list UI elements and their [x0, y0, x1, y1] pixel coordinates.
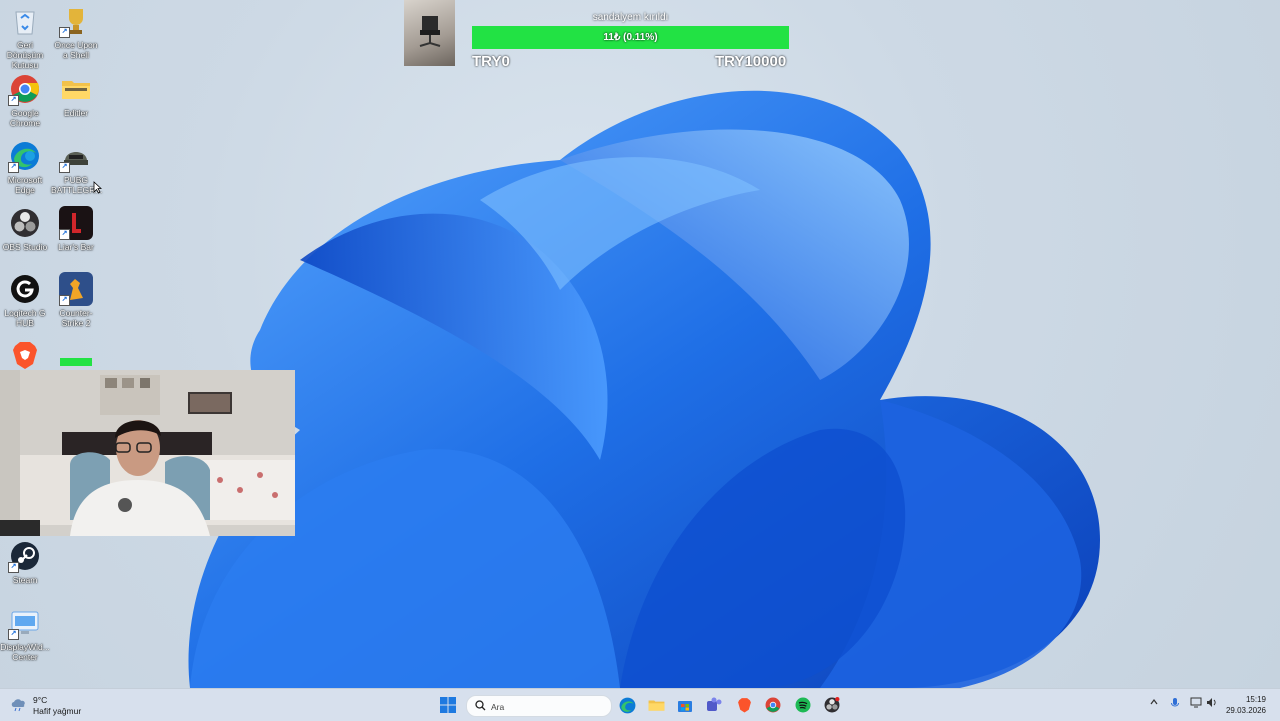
- start-button[interactable]: [437, 694, 459, 716]
- goal-progress-text: 11₺ (0.11%): [603, 32, 658, 43]
- webcam-video-frame: [0, 370, 295, 536]
- taskbar-app-store[interactable]: [674, 694, 696, 716]
- taskbar-app-obs[interactable]: [821, 694, 843, 716]
- shortcut-arrow-icon: ↗: [8, 95, 19, 106]
- desktop-icon-label: Once Upon a Shell: [54, 40, 98, 60]
- brave-icon: [737, 698, 751, 713]
- desktop-icon-label: Counter-Strike 2: [59, 308, 93, 328]
- clock-time: 15:19: [1245, 695, 1266, 704]
- desktop-icon-label: Steam: [12, 575, 38, 585]
- network-icon[interactable]: [1189, 697, 1203, 711]
- logitech-g-icon: [8, 272, 42, 306]
- recycle-bin-icon: [8, 4, 42, 38]
- desktop-icon-recycle-bin[interactable]: Geri Dönüşüm Kutusu: [0, 4, 50, 70]
- show-hidden-icons-chevron-icon[interactable]: [1147, 697, 1161, 711]
- app-icon: [59, 355, 93, 367]
- teams-icon: [706, 697, 721, 711]
- taskbar-app-spotify[interactable]: [792, 694, 814, 716]
- desktop-icon-label: DisplayWid... Center: [0, 642, 50, 662]
- goal-max-label: TRY10000: [715, 53, 787, 70]
- desktop-icon-label: Liar's Bar: [58, 242, 94, 252]
- volume-icon[interactable]: [1205, 697, 1219, 711]
- desktop-icon-liars-bar[interactable]: ↗ Liar's Bar: [51, 206, 101, 252]
- clock-date: 29.03.2026: [1225, 706, 1266, 715]
- edge-icon: [619, 697, 635, 713]
- desktop-icon-chrome[interactable]: ↗ Google Chrome: [0, 72, 50, 128]
- desktop-icon-editler-folder[interactable]: Editler: [51, 72, 101, 118]
- file-explorer-icon: [648, 700, 664, 711]
- desktop-icon-label: Google Chrome: [9, 108, 41, 128]
- desktop-icon-label: Editler: [63, 108, 89, 118]
- desktop-icon-partial-green[interactable]: [51, 355, 101, 369]
- system-clock[interactable]: 15:19 29.03.2026: [1226, 694, 1266, 716]
- pubg-helmet-icon: ↗: [59, 139, 93, 173]
- desktop-icon-counter-strike[interactable]: ↗ Counter-Strike 2: [51, 272, 101, 328]
- desktop-icon-brave[interactable]: [0, 338, 50, 374]
- taskbar-search-box[interactable]: [466, 695, 612, 717]
- search-icon: [475, 700, 486, 711]
- goal-image-chair: [404, 0, 455, 66]
- weather-temperature: 9°C: [33, 695, 48, 705]
- windows-start-icon: [440, 697, 456, 713]
- folder-icon: [59, 72, 93, 106]
- chrome-icon: ↗: [8, 72, 42, 106]
- liars-bar-icon: ↗: [59, 206, 93, 240]
- desktop-icon-displaywidget-center[interactable]: ↗ DisplayWid... Center: [0, 606, 50, 662]
- desktop-icon-edge[interactable]: ↗ Microsoft Edge: [0, 139, 50, 195]
- goal-title: sandalyem kırıldı: [592, 12, 669, 23]
- brave-icon: [8, 338, 42, 372]
- desktop-icon-logitech-g-hub[interactable]: Logitech G HUB: [0, 272, 50, 328]
- counter-strike-icon: ↗: [59, 272, 93, 306]
- shortcut-arrow-icon: ↗: [59, 27, 70, 38]
- shortcut-arrow-icon: ↗: [59, 295, 70, 306]
- taskbar-app-chrome[interactable]: [762, 694, 784, 716]
- shortcut-arrow-icon: ↗: [8, 629, 19, 640]
- weather-description: Hafif yağmur: [33, 706, 82, 716]
- rain-cloud-icon: [11, 699, 25, 712]
- store-icon: [678, 701, 692, 712]
- display-widget-icon: ↗: [8, 606, 42, 640]
- chrome-icon: [765, 697, 781, 713]
- taskbar-app-brave[interactable]: [733, 694, 755, 716]
- mouse-cursor-icon: [93, 181, 102, 194]
- steam-icon: ↗: [8, 539, 42, 573]
- taskbar-app-file-explorer[interactable]: [645, 694, 667, 716]
- shortcut-arrow-icon: ↗: [59, 229, 70, 240]
- taskbar-app-edge[interactable]: [616, 694, 638, 716]
- desktop-icon-label: Geri Dönüşüm Kutusu: [6, 40, 44, 70]
- desktop-icon-steam[interactable]: ↗ Steam: [0, 539, 50, 585]
- goal-progress-bar: 11₺ (0.11%): [472, 26, 789, 49]
- taskbar-app-teams[interactable]: [703, 694, 725, 716]
- shortcut-arrow-icon: ↗: [59, 162, 70, 173]
- desktop-icon-obs[interactable]: OBS Studio: [0, 206, 50, 252]
- donation-goal-widget: sandalyem kırıldı 11₺ (0.11%) TRY0 TRY10…: [404, 0, 804, 72]
- desktop-icon-once-upon-a-shell[interactable]: ↗ Once Upon a Shell: [51, 4, 101, 60]
- microphone-icon[interactable]: [1168, 697, 1182, 711]
- trophy-icon: ↗: [59, 4, 93, 38]
- obs-icon: [824, 697, 840, 713]
- edge-icon: ↗: [8, 139, 42, 173]
- search-input[interactable]: [489, 698, 603, 715]
- desktop-icon-label: Logitech G HUB: [4, 308, 46, 328]
- desktop-icon-label: Microsoft Edge: [7, 175, 43, 195]
- taskbar: 9°C Hafif yağmur Ara 15:19 29.03.2026: [0, 688, 1280, 721]
- shortcut-arrow-icon: ↗: [8, 562, 19, 573]
- obs-icon: [8, 206, 42, 240]
- desktop-wallpaper: [0, 0, 1280, 688]
- spotify-icon: [795, 697, 811, 713]
- goal-min-label: TRY0: [472, 53, 510, 70]
- webcam-overlay: [0, 370, 295, 536]
- shortcut-arrow-icon: ↗: [8, 162, 19, 173]
- office-chair-icon: [419, 16, 441, 47]
- desktop-icon-label: OBS Studio: [2, 242, 48, 252]
